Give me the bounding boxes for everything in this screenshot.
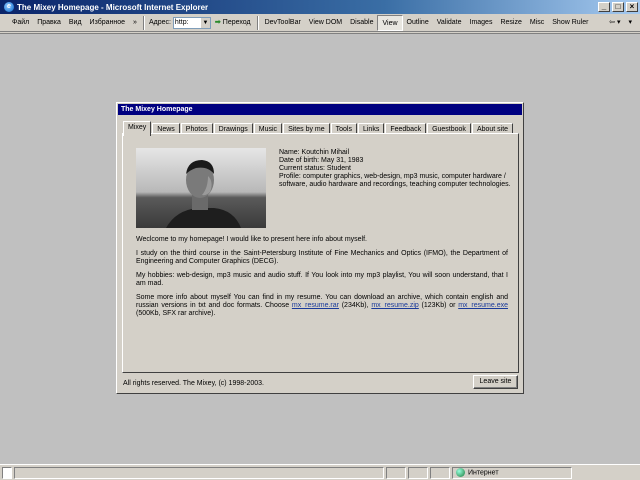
statusbar-main [14, 466, 384, 479]
toolbar-separator [142, 15, 145, 30]
minimize-button[interactable]: _ [598, 2, 610, 12]
menu-edit[interactable]: Правка [33, 15, 65, 31]
statusbar-zone: Интернет [452, 466, 572, 479]
devtool-view[interactable]: View [377, 14, 403, 31]
address-label: Адрес: [148, 18, 171, 26]
paragraph-hobbies: My hobbies: web-design, mp3 music and au… [136, 272, 508, 287]
zone-label: Интернет [468, 468, 499, 476]
statusbar-cell [386, 466, 406, 479]
info-dob: Date of birth: May 31, 1983 [279, 157, 364, 164]
resume-rar-link[interactable]: mx_resume.rar [292, 302, 339, 309]
devtool-outline[interactable]: Outline [403, 15, 433, 31]
go-label: Переход [222, 18, 251, 26]
tab-mixey[interactable]: Mixey [123, 121, 152, 136]
paragraph-study: I study on the third course in the Saint… [136, 250, 508, 265]
close-button[interactable]: × [626, 2, 638, 12]
devtool-show-ruler[interactable]: Show Ruler [548, 15, 592, 31]
go-arrow-icon: ➡ [214, 18, 221, 26]
forward-dropdown-icon[interactable]: ▾ [624, 15, 636, 31]
paragraph-welcome: Weclcome to my homepage! I would like to… [136, 236, 367, 243]
mixey-page-window: The Mixey Homepage Mixey News Photos Dra… [116, 102, 524, 394]
info-status: Current status: Student [279, 165, 351, 172]
menu-favorites[interactable]: Избранное [86, 15, 129, 31]
internet-globe-icon [456, 467, 465, 477]
chevron-down-icon[interactable]: ▼ [200, 17, 210, 28]
statusbar: Интернет [0, 464, 640, 480]
info-name: Name: Koutchin Mihail [279, 149, 350, 156]
page-title: The Mixey Homepage [118, 104, 522, 115]
menu-more-chevron[interactable]: » [129, 15, 141, 31]
portrait-photo [136, 148, 266, 228]
devtool-images[interactable]: Images [466, 15, 497, 31]
statusbar-page-icon [2, 466, 12, 479]
devtool-misc[interactable]: Misc [526, 15, 548, 31]
menu-view[interactable]: Вид [65, 15, 86, 31]
resume-zip-link[interactable]: mx_resume.zip [371, 302, 418, 309]
toolbar-separator [256, 15, 259, 30]
window-title: The Mixey Homepage - Microsoft Internet … [17, 2, 209, 12]
ie-logo-icon: e [4, 2, 14, 12]
info-profile: Profile: computer graphics, web-design, … [279, 173, 511, 188]
devtool-devtoolbar[interactable]: DevToolBar [261, 15, 305, 31]
devtool-resize[interactable]: Resize [496, 15, 525, 31]
back-icon[interactable]: ⇦ ▾ [605, 15, 624, 31]
ie-toolbar: Файл Правка Вид Избранное » Адрес: http:… [0, 14, 640, 32]
devtool-disable[interactable]: Disable [346, 15, 377, 31]
about-text: Weclcome to my homepage! I would like to… [136, 236, 508, 324]
go-button[interactable]: ➡ Переход [211, 15, 255, 31]
personal-info: Name: Koutchin Mihail Date of birth: May… [279, 149, 511, 189]
copyright-text: All rights reserved. The Mixey, (c) 1998… [123, 380, 264, 387]
address-input[interactable]: http: ▼ [172, 16, 211, 29]
leave-site-button[interactable]: Leave site [473, 375, 518, 389]
resume-exe-link[interactable]: mx_resume.exe [458, 302, 508, 309]
maximize-button[interactable]: □ [612, 2, 624, 12]
resume-zip-size: (123Kb) or [418, 302, 459, 309]
resume-rar-size: (234Kb), [338, 302, 372, 309]
paragraph-resume: Some more info about myself You can find… [136, 294, 508, 318]
statusbar-cell [430, 466, 450, 479]
tab-panel-mixey: Name: Koutchin Mihail Date of birth: May… [122, 133, 519, 373]
menu-file[interactable]: Файл [0, 15, 33, 31]
devtool-view-dom[interactable]: View DOM [305, 15, 346, 31]
resume-exe-size: (500Kb, SFX rar archive). [136, 310, 216, 317]
portrait-image [136, 148, 266, 228]
statusbar-cell [408, 466, 428, 479]
devtool-validate[interactable]: Validate [433, 15, 466, 31]
address-value: http: [174, 19, 189, 26]
window-titlebar: e The Mixey Homepage - Microsoft Interne… [0, 0, 640, 14]
